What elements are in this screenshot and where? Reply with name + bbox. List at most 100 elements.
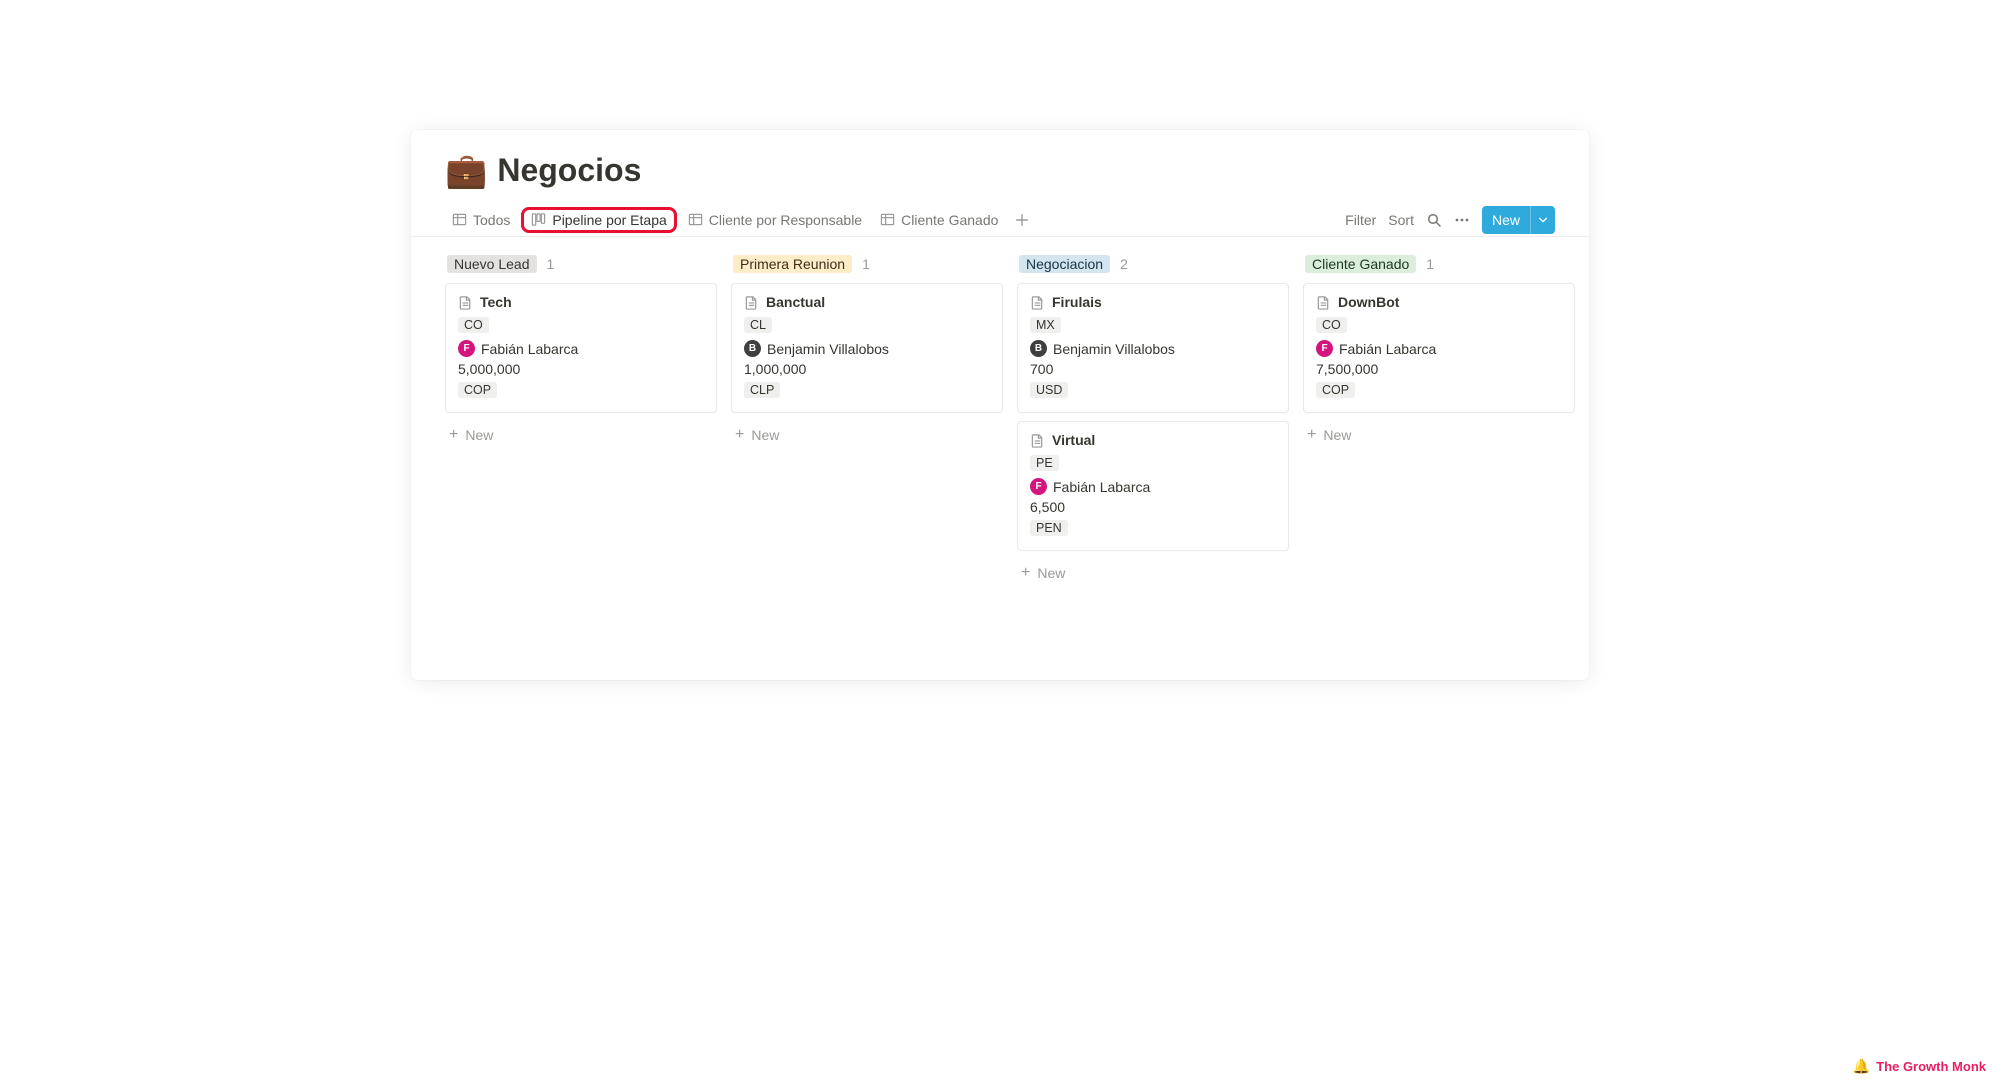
column-header[interactable]: Nuevo Lead 1 [445,255,717,273]
card-title: Virtual [1052,432,1095,448]
column-header[interactable]: Cliente Ganado1 [1303,255,1575,273]
kanban-card[interactable]: DownBotCOFFabián Labarca7,500,000COP [1303,283,1575,413]
filter-button[interactable]: Filter [1345,212,1376,228]
card-title-row: Firulais [1030,294,1276,310]
card-title: Banctual [766,294,825,310]
card-title-row: DownBot [1316,294,1562,310]
amount: 6,500 [1030,499,1276,515]
kanban-card[interactable]: Firulais MX B Benjamin Villalobos 700 USD [1017,283,1289,413]
person-name: Benjamin Villalobos [1053,341,1175,357]
kanban-card[interactable]: Banctual CL B Benjamin Villalobos 1,000,000 C… [731,283,1003,413]
plus-icon: + [1021,565,1030,581]
more-icon[interactable] [1454,212,1470,228]
person-row: F Fabián Labarca [1030,478,1276,495]
chevron-down-icon[interactable] [1530,206,1555,234]
page-emoji: 💼 [445,154,487,188]
page-icon [1030,433,1045,448]
add-card-label: New [1323,427,1351,443]
person-row: B Benjamin Villalobos [744,340,990,357]
tab-label: Cliente por Responsable [709,212,862,228]
amount: 700 [1030,361,1276,377]
column-count: 2 [1120,256,1128,272]
add-view-button[interactable] [1009,210,1035,230]
table-icon [688,212,703,227]
add-card-button[interactable]: + New [1017,559,1289,587]
watermark-text: The Growth Monk [1876,1059,1986,1074]
column-count: 1 [862,256,870,272]
tab-todos[interactable]: Todos [445,208,517,232]
avatar: B [1030,340,1047,357]
plus-icon: + [449,427,458,443]
avatar: F [1316,340,1333,357]
tab-label: Pipeline por Etapa [552,212,666,228]
kanban-column: Negociacion 2 Firulais MX B Benjamin Villalob… [1017,255,1289,587]
avatar: F [1030,478,1047,495]
kanban-card[interactable]: TechCOFFabián Labarca5,000,000COP [445,283,717,413]
stage-chip: Negociacion [1019,255,1110,273]
country-tag: CO [458,317,489,333]
person-name: Benjamin Villalobos [767,341,889,357]
column-count: 1 [547,256,555,272]
tab-label: Todos [473,212,510,228]
plus-icon: + [735,427,744,443]
add-card-button[interactable]: + New [1303,421,1575,449]
watermark: 🔔 The Growth Monk [1853,1058,1986,1075]
amount: 1,000,000 [744,361,990,377]
sort-button[interactable]: Sort [1388,212,1414,228]
person-row: F Fabián Labarca [458,340,704,357]
add-card-button[interactable]: + New [445,421,717,449]
country-tag: CL [744,317,772,333]
currency-tag: COP [1316,382,1355,398]
add-card-label: New [1037,565,1065,581]
stage-chip: Nuevo Lead [447,255,537,273]
amount: 7,500,000 [1316,361,1562,377]
page-icon [744,295,759,310]
person-row: B Benjamin Villalobos [1030,340,1276,357]
tab-pipeline-por-etapa[interactable]: Pipeline por Etapa [521,207,676,233]
kanban-column: Cliente Ganado1DownBotCOFFabián Labarca7… [1303,255,1575,449]
card-title: Tech [480,294,512,310]
board-icon [531,212,546,227]
column-header[interactable]: Primera Reunion 1 [731,255,1003,273]
page-header: 💼 Negocios [411,130,1589,189]
kanban-board: Nuevo Lead 1 Tech CO F Fabián Labarca 5,000,00… [411,237,1589,587]
page-icon [1316,295,1331,310]
person-name: Fabián Labarca [481,341,578,357]
card-title: DownBot [1338,294,1399,310]
bell-icon: 🔔 [1853,1058,1870,1075]
toolbar-right: Filter Sort New [1345,206,1555,234]
kanban-card[interactable]: VirtualPEFFabián Labarca6,500PEN [1017,421,1289,551]
card-title-row: Virtual [1030,432,1276,448]
currency-tag: USD [1030,382,1068,398]
avatar: F [458,340,475,357]
new-button-label: New [1482,212,1530,228]
table-icon [452,212,467,227]
add-card-button[interactable]: + New [731,421,1003,449]
add-card-label: New [751,427,779,443]
country-tag: MX [1030,317,1061,333]
kanban-column: Primera Reunion 1 Banctual CL B Benjamin Vill… [731,255,1003,449]
tab-cliente-por-responsable[interactable]: Cliente por Responsable [681,208,869,232]
amount: 5,000,000 [458,361,704,377]
avatar: B [744,340,761,357]
add-card-label: New [465,427,493,443]
card-title: Firulais [1052,294,1102,310]
column-header[interactable]: Negociacion 2 [1017,255,1289,273]
new-button[interactable]: New [1482,206,1555,234]
stage-chip: Primera Reunion [733,255,852,273]
page-icon [458,295,473,310]
table-icon [880,212,895,227]
card-title-row: Banctual [744,294,990,310]
currency-tag: CLP [744,382,780,398]
person-name: Fabián Labarca [1053,479,1150,495]
view-tabs: Todos Pipeline por Etapa Cliente por Res… [445,207,1345,233]
kanban-column: Nuevo Lead 1 Tech CO F Fabián Labarca 5,000,00… [445,255,717,449]
search-icon[interactable] [1426,212,1442,228]
tab-cliente-ganado[interactable]: Cliente Ganado [873,208,1005,232]
page-title: Negocios [497,152,641,189]
column-count: 1 [1426,256,1434,272]
app-window: 💼 Negocios Todos Pipeline por Etapa [411,130,1589,680]
currency-tag: PEN [1030,520,1068,536]
person-name: Fabián Labarca [1339,341,1436,357]
plus-icon: + [1307,427,1316,443]
